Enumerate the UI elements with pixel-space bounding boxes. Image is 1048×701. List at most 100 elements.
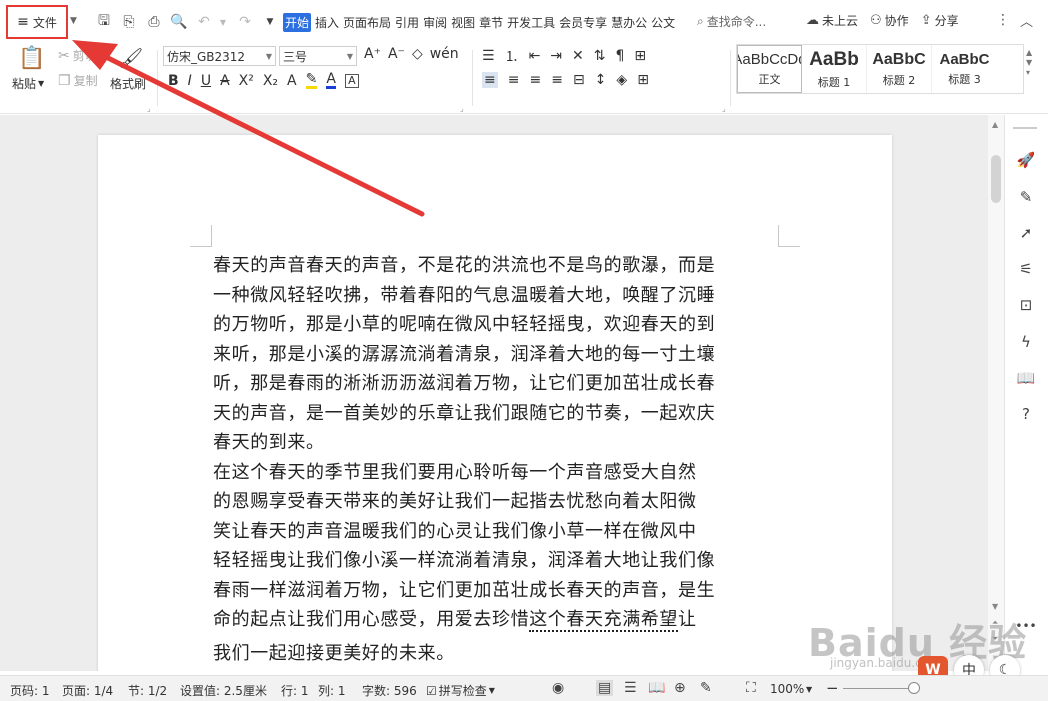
copy-button[interactable]: ❐ 复制 bbox=[58, 72, 98, 89]
text-line[interactable]: 轻轻摇曳让我们像小溪一样流淌着清泉，润泽着大地让我们像 bbox=[213, 546, 778, 576]
style-heading-1[interactable]: AaBb 标题 1 bbox=[802, 45, 867, 93]
share-button[interactable]: ⇪ 分享 bbox=[921, 12, 959, 29]
text-line[interactable]: 春雨一样滋润着万物，让它们更加茁壮成长春天的声音，是生 bbox=[213, 576, 778, 606]
help-icon[interactable]: ? bbox=[1015, 403, 1037, 425]
subscript-icon[interactable]: X₂ bbox=[263, 73, 278, 89]
redo-icon[interactable]: ↷ bbox=[235, 12, 255, 32]
zoom-slider-knob[interactable] bbox=[908, 682, 920, 694]
export-pdf-icon[interactable]: ⎘ bbox=[119, 12, 139, 32]
undo-icon[interactable]: ↶ bbox=[194, 12, 214, 32]
strikethrough-icon[interactable]: A bbox=[220, 73, 230, 89]
collaborate-button[interactable]: ⚇ 协作 bbox=[870, 12, 909, 29]
row-indicator[interactable]: 行: 1 bbox=[281, 682, 309, 699]
eye-protection-icon[interactable]: ◉ bbox=[552, 680, 564, 696]
shading-icon[interactable]: ◈ bbox=[616, 72, 627, 88]
distribute-icon[interactable]: ⊟ bbox=[573, 72, 585, 88]
align-right-icon[interactable]: ≡ bbox=[529, 72, 541, 88]
tab-official-doc[interactable]: 公文 bbox=[651, 14, 675, 31]
chevron-down-icon[interactable]: ▼ bbox=[806, 685, 812, 694]
document-canvas[interactable]: 春天的声音春天的声音，不是花的洪流也不是鸟的歌瀑，而是 一种微风轻轻吹拂，带着春… bbox=[0, 115, 988, 671]
scroll-down-icon[interactable]: ▼ bbox=[992, 602, 998, 611]
text-line[interactable]: 听，那是春雨的淅淅沥沥滋润着万物，让它们更加茁壮成长春 bbox=[213, 369, 778, 399]
phonetic-icon[interactable]: wén bbox=[430, 46, 459, 62]
rocket-icon[interactable]: 🚀 bbox=[1015, 149, 1037, 171]
font-name-select[interactable]: 仿宋_GB2312 ▼ bbox=[163, 46, 276, 66]
tab-member[interactable]: 会员专享 bbox=[559, 14, 607, 31]
tab-chapter[interactable]: 章节 bbox=[479, 14, 503, 31]
lightning-icon[interactable]: ϟ bbox=[1015, 331, 1037, 353]
font-size-select[interactable]: 三号 ▼ bbox=[279, 46, 357, 66]
text-line[interactable]: 的恩赐享受春天带来的美好让我们一起揩去忧愁向着太阳微 bbox=[213, 487, 778, 517]
sliders-icon[interactable]: ⚟ bbox=[1015, 258, 1037, 280]
tab-review[interactable]: 审阅 bbox=[423, 14, 447, 31]
ruler-icon[interactable]: ⊞ bbox=[634, 48, 646, 64]
spell-check-button[interactable]: ☑ 拼写检查 ▼ bbox=[426, 682, 495, 699]
clear-format-icon[interactable]: ◇ bbox=[412, 46, 423, 62]
text-line[interactable]: 春天的到来。 bbox=[213, 428, 778, 458]
word-count[interactable]: 字数: 596 bbox=[362, 682, 417, 699]
tab-developer[interactable]: 开发工具 bbox=[507, 14, 555, 31]
book-icon[interactable]: 📖 bbox=[1015, 367, 1037, 389]
bold-icon[interactable]: B bbox=[168, 73, 179, 89]
style-normal[interactable]: AaBbCcDd 正文 bbox=[737, 45, 802, 93]
setting-value[interactable]: 设置值: 2.5厘米 bbox=[180, 682, 267, 699]
pencil-icon[interactable]: ✎ bbox=[1015, 186, 1037, 208]
text-line[interactable]: 的万物听，那是小草的呢喃在微风中轻轻摇曳，欢迎春天的到 bbox=[213, 310, 778, 340]
document-body[interactable]: 春天的声音春天的声音，不是花的洪流也不是鸟的歌瀑，而是 一种微风轻轻吹拂，带着春… bbox=[213, 251, 778, 668]
clipboard-dialog-launcher[interactable]: ⌟ bbox=[147, 104, 151, 113]
text-line[interactable]: 来听，那是小溪的潺潺流淌着清泉，润泽着大地的每一寸土壤 bbox=[213, 340, 778, 370]
tab-insert[interactable]: 插入 bbox=[315, 14, 339, 31]
chinese-layout-icon[interactable]: ✕ bbox=[572, 48, 584, 64]
save-icon[interactable]: 🖫 bbox=[94, 12, 114, 32]
file-dropdown-icon[interactable]: ▼ bbox=[70, 16, 77, 26]
scroll-thumb[interactable] bbox=[991, 155, 1001, 203]
text-line[interactable]: 春天的声音春天的声音，不是花的洪流也不是鸟的歌瀑，而是 bbox=[213, 251, 778, 281]
style-heading-2[interactable]: AaBbC 标题 2 bbox=[867, 45, 932, 93]
superscript-icon[interactable]: X² bbox=[239, 73, 254, 89]
text-line[interactable]: 在这个春天的季节里我们要用心聆听每一个声音感受大自然 bbox=[213, 458, 778, 488]
scroll-up-icon[interactable]: ▲ bbox=[992, 120, 998, 129]
document-page[interactable]: 春天的声音春天的声音，不是花的洪流也不是鸟的歌瀑，而是 一种微风轻轻吹拂，带着春… bbox=[98, 135, 892, 671]
sort-icon[interactable]: ⇅ bbox=[594, 48, 606, 64]
image-search-icon[interactable]: ⊡ bbox=[1015, 294, 1037, 316]
tab-home[interactable]: 开始 bbox=[283, 13, 312, 32]
customize-toolbar-icon[interactable]: ▼ bbox=[260, 12, 280, 32]
text-line[interactable]: 我们一起迎接更美好的未来。 bbox=[213, 639, 778, 669]
line-spacing-icon[interactable]: ↕ bbox=[595, 72, 607, 88]
justify-icon[interactable]: ≡ bbox=[551, 72, 563, 88]
text-line[interactable]: 一种微风轻轻吹拂，带着春阳的气息温暖着大地，唤醒了沉睡 bbox=[213, 281, 778, 311]
tab-view[interactable]: 视图 bbox=[451, 14, 475, 31]
page-view-icon[interactable]: ▤ bbox=[596, 680, 614, 696]
undo-dropdown-icon[interactable]: ▼ bbox=[213, 12, 233, 32]
cloud-status-button[interactable]: ☁ 未上云 bbox=[806, 12, 858, 29]
char-border-icon[interactable]: A bbox=[344, 73, 359, 88]
format-painter-button[interactable]: 🖌 bbox=[118, 46, 143, 70]
numbered-list-icon[interactable]: ⒈ bbox=[505, 46, 519, 66]
align-center-icon[interactable]: ≡ bbox=[508, 72, 520, 88]
text-line[interactable]: 笑让春天的声音温暖我们的心灵让我们像小草一样在微风中 bbox=[213, 517, 778, 547]
section-indicator[interactable]: 节: 1/2 bbox=[128, 682, 167, 699]
text-effect-icon[interactable]: A bbox=[287, 73, 297, 89]
tab-smart-office[interactable]: 慧办公 bbox=[611, 14, 647, 31]
tab-references[interactable]: 引用 bbox=[395, 14, 419, 31]
styles-scroll[interactable]: ▲ ▼ ▾ bbox=[1026, 48, 1032, 78]
page-count[interactable]: 页面: 1/4 bbox=[62, 682, 113, 699]
underline-icon[interactable]: U bbox=[201, 73, 211, 89]
shrink-font-icon[interactable]: A⁻ bbox=[388, 46, 405, 62]
column-indicator[interactable]: 列: 1 bbox=[318, 682, 346, 699]
zoom-level[interactable]: 100% bbox=[770, 682, 804, 696]
font-dialog-launcher[interactable]: ⌟ bbox=[460, 104, 464, 113]
reading-view-icon[interactable]: 📖 bbox=[648, 680, 665, 696]
print-preview-icon[interactable]: 🔍 bbox=[169, 12, 189, 32]
font-color-icon[interactable]: A bbox=[326, 72, 336, 89]
highlight-icon[interactable]: ✎ bbox=[305, 72, 318, 89]
cursor-icon[interactable]: ➚ bbox=[1015, 222, 1037, 244]
italic-icon[interactable]: I bbox=[188, 73, 192, 89]
cut-button[interactable]: ✂ 剪切 bbox=[58, 47, 97, 64]
collapse-ribbon-icon[interactable]: ︿ bbox=[1020, 11, 1033, 30]
outline-view-icon[interactable]: ☰ bbox=[624, 680, 637, 696]
paste-dropdown[interactable]: 粘贴 ▼ bbox=[12, 75, 44, 92]
command-search[interactable]: ⌕ 查找命令... bbox=[697, 13, 766, 30]
bullet-list-icon[interactable]: ☰ bbox=[482, 48, 495, 64]
tab-page-layout[interactable]: 页面布局 bbox=[343, 14, 391, 31]
